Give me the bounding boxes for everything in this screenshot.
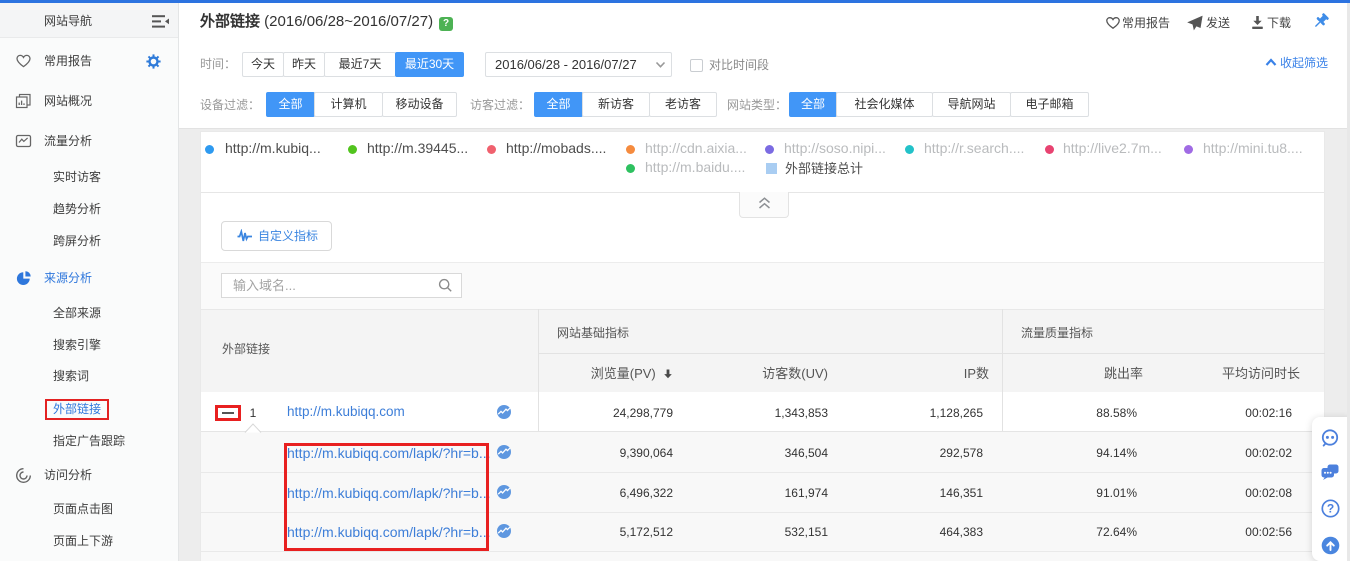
svg-text:?: ?: [1327, 502, 1334, 516]
